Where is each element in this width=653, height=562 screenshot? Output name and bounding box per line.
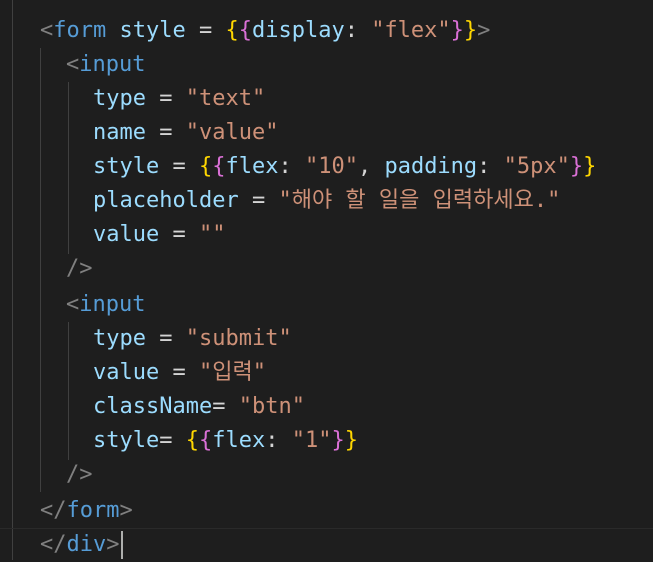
code-token-str: "" (198, 222, 226, 247)
code-token-tag-bracket: < (66, 52, 80, 77)
code-line[interactable]: <input (66, 48, 145, 82)
code-line[interactable]: placeholder = "해야 할 일을 입력하세요." (93, 184, 560, 218)
code-token-brace2: } (331, 428, 345, 453)
code-line[interactable]: value = "" (93, 218, 225, 252)
code-line[interactable]: /> (66, 252, 93, 286)
code-line[interactable]: </form> (40, 494, 133, 528)
code-token-tag-bracket: > (119, 498, 133, 523)
code-token-str: "value" (185, 120, 279, 145)
code-token-attr: value (93, 222, 160, 247)
code-token-tag-bracket: /> (66, 256, 93, 281)
code-token-tag-bracket: > (477, 18, 491, 43)
indent-guide (40, 48, 41, 492)
code-token-op: = (159, 154, 199, 179)
code-token-op: = (159, 360, 199, 385)
code-token-op: = (238, 188, 279, 213)
code-token-attr: className (93, 394, 213, 419)
code-token-str: "5px" (503, 154, 570, 179)
code-token-brace1: { (225, 18, 239, 43)
code-token-brace1: { (198, 154, 213, 179)
code-token-tag-bracket: < (66, 292, 80, 317)
code-token-str: "1" (291, 428, 332, 453)
code-token-str: "text" (185, 86, 266, 111)
indent-guide (12, 0, 13, 560)
code-token-attr: type (93, 326, 146, 351)
code-token-op: : (265, 428, 292, 453)
code-line[interactable]: <form style = {{display: "flex"}}> (40, 14, 490, 48)
code-token-brace2: { (212, 154, 226, 179)
code-token-op (106, 18, 119, 43)
code-token-tag-bracket: /> (66, 462, 93, 487)
text-caret (120, 531, 123, 559)
code-editor[interactable]: <form style = {{display: "flex"}}> <inpu… (0, 0, 653, 560)
code-token-brace2: } (450, 18, 464, 43)
indent-guide (68, 322, 69, 460)
code-token-str: "btn" (238, 394, 305, 419)
code-token-str: "submit" (185, 326, 292, 351)
code-line[interactable]: style = {{flex: "10", padding: "5px"}} (93, 150, 596, 184)
code-line[interactable]: </div> (40, 528, 123, 562)
code-token-brace2: { (198, 428, 213, 453)
code-token-brace1: } (463, 18, 478, 43)
code-token-attr: placeholder (93, 188, 239, 213)
code-token-tag: form (53, 18, 107, 43)
code-token-op: = (145, 86, 186, 111)
indent-guide (68, 82, 69, 254)
code-token-op: = (159, 428, 186, 453)
code-token-tag: div (66, 532, 107, 557)
code-line[interactable]: name = "value" (93, 116, 278, 150)
code-token-tag-bracket: </ (40, 498, 67, 523)
code-token-attr: flex (225, 154, 279, 179)
code-token-attr: style (119, 18, 186, 43)
code-token-attr: flex (212, 428, 266, 453)
code-token-str: "10" (304, 154, 358, 179)
code-token-attr: display (251, 18, 345, 43)
code-line[interactable]: value = "입력" (93, 356, 266, 390)
code-token-op: = (159, 222, 199, 247)
code-line[interactable]: className= "btn" (93, 390, 305, 424)
code-token-op: : (344, 18, 372, 43)
code-token-attr: style (93, 154, 160, 179)
code-line[interactable]: style= {{flex: "1"}} (93, 424, 358, 458)
code-token-op: , (357, 154, 385, 179)
code-token-op: : (278, 154, 305, 179)
code-token-op: = (145, 326, 186, 351)
code-token-tag: form (66, 498, 120, 523)
code-token-brace1: } (344, 428, 358, 453)
code-line[interactable]: /> (66, 458, 93, 492)
code-token-op: = (185, 18, 226, 43)
code-token-brace2: } (569, 154, 584, 179)
code-token-str: "입력" (198, 360, 266, 385)
code-token-op: = (212, 394, 239, 419)
code-token-attr: padding (384, 154, 478, 179)
code-token-str: "해야 할 일을 입력하세요." (278, 188, 561, 213)
code-token-tag-bracket: </ (40, 532, 67, 557)
code-token-brace1: } (583, 154, 597, 179)
code-token-attr: style (93, 428, 160, 453)
code-line[interactable]: type = "submit" (93, 322, 292, 356)
code-line[interactable]: type = "text" (93, 82, 265, 116)
code-token-str: "flex" (371, 18, 451, 43)
code-token-brace1: { (185, 428, 199, 453)
code-token-tag: input (79, 292, 146, 317)
code-token-attr: name (93, 120, 146, 145)
code-token-brace2: { (238, 18, 252, 43)
code-token-tag-bracket: < (40, 18, 54, 43)
code-token-op: : (477, 154, 504, 179)
code-line[interactable]: <input (66, 288, 145, 322)
code-token-attr: type (93, 86, 146, 111)
code-token-attr: value (93, 360, 160, 385)
code-token-op: = (145, 120, 186, 145)
code-token-tag: input (79, 52, 146, 77)
code-token-tag-bracket: > (106, 532, 120, 557)
